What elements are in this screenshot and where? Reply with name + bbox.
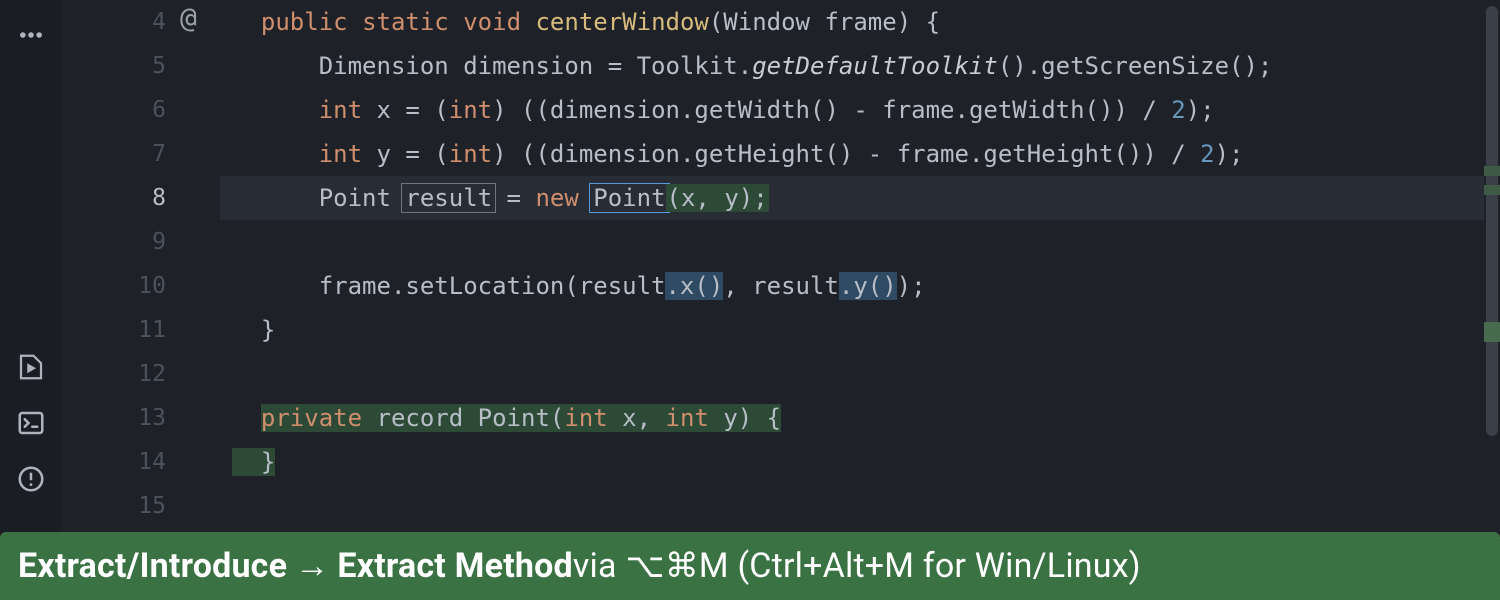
tool-rail (0, 0, 62, 532)
token-function: centerWindow (535, 8, 708, 36)
scrollbar-mark[interactable] (1484, 166, 1500, 176)
token: } (261, 448, 275, 476)
token-keyword: int (666, 404, 709, 432)
token: (Window frame) { (709, 8, 940, 36)
editor-scrollbar[interactable] (1484, 0, 1500, 532)
token: y = ( (362, 140, 449, 168)
annotation-column: @ (180, 0, 220, 532)
arrow-icon: → (295, 546, 329, 586)
token: ().getScreenSize(); (998, 52, 1273, 80)
token-usage-highlight: .y() (839, 272, 897, 300)
token-keyword: int (449, 140, 492, 168)
token: , result (723, 272, 839, 300)
run-icon[interactable] (14, 350, 48, 384)
code-line: private record Point(int x, int y) { (220, 396, 1500, 440)
token-call: getDefaultToolkit (752, 52, 998, 80)
token: Dimension dimension = Toolkit. (319, 52, 752, 80)
line-number: 7 (62, 132, 166, 176)
token-keyword: new (535, 184, 593, 212)
code-line-active: Point result = new Point(x, y); (220, 176, 1500, 220)
line-number: 4 (62, 0, 166, 44)
code-line: public static void centerWindow(Window f… (220, 0, 1500, 44)
line-number: 8 (62, 176, 166, 220)
token: frame.setLocation(result (319, 272, 666, 300)
scrollbar-thumb[interactable] (1486, 6, 1498, 436)
line-number: 5 (62, 44, 166, 88)
terminal-icon[interactable] (14, 406, 48, 440)
code-line: } (220, 440, 1500, 484)
token-number: 2 (1171, 96, 1185, 124)
token-keyword: int (449, 96, 492, 124)
editor: 4 5 6 7 8 9 10 11 12 13 14 15 @ public s… (0, 0, 1500, 532)
token-type: Point (319, 184, 406, 212)
more-icon[interactable] (14, 18, 48, 52)
token-refactor-selected[interactable]: Point (589, 183, 669, 213)
code-line: } (220, 308, 1500, 352)
banner-action-1: Extract/Introduce (18, 546, 287, 586)
code-line: int x = (int) ((dimension.getWidth() - f… (220, 88, 1500, 132)
token: ); (1186, 96, 1215, 124)
line-number: 6 (62, 88, 166, 132)
token-refactor-target[interactable]: result (401, 183, 496, 213)
token: = (492, 184, 535, 212)
token-keyword: int (319, 140, 362, 168)
code-line (220, 352, 1500, 396)
token: x = ( (362, 96, 449, 124)
token: } (261, 316, 275, 344)
line-number: 13 (62, 396, 166, 440)
tip-banner: Extract/Introduce → Extract Method via ⌥… (0, 532, 1500, 600)
token: ) ((dimension.getHeight() - frame.getHei… (492, 140, 1200, 168)
code-line (220, 220, 1500, 264)
scrollbar-mark[interactable] (1484, 322, 1500, 342)
line-number: 9 (62, 220, 166, 264)
line-number: 14 (62, 440, 166, 484)
code-line: Dimension dimension = Toolkit.getDefault… (220, 44, 1500, 88)
token: ) ((dimension.getWidth() - frame.getWidt… (492, 96, 1171, 124)
token-keyword: static (362, 8, 449, 36)
token-keyword: void (463, 8, 521, 36)
token-keyword: int (564, 404, 607, 432)
banner-shortcut: via ⌥⌘M (Ctrl+Alt+M for Win/Linux) (573, 546, 1141, 586)
token: y) { (709, 404, 781, 432)
code-line: frame.setLocation(result.x(), result.y()… (220, 264, 1500, 308)
token-number: 2 (1200, 140, 1214, 168)
token: x, (608, 404, 666, 432)
code-line (220, 484, 1500, 528)
banner-action-2: Extract Method (337, 546, 573, 586)
problems-icon[interactable] (14, 462, 48, 496)
scrollbar-mark[interactable] (1484, 185, 1500, 195)
token: record Point( (362, 404, 564, 432)
token: ); (1215, 140, 1244, 168)
token: (x, y); (666, 184, 769, 212)
line-number-gutter[interactable]: 4 5 6 7 8 9 10 11 12 13 14 15 (62, 0, 180, 532)
line-number: 12 (62, 352, 166, 396)
line-number: 11 (62, 308, 166, 352)
token-keyword: int (319, 96, 362, 124)
override-annotation-icon[interactable]: @ (180, 0, 197, 44)
token-usage-highlight: .x() (665, 272, 723, 300)
code-line: int y = (int) ((dimension.getHeight() - … (220, 132, 1500, 176)
token-keyword: private (261, 404, 362, 432)
line-number: 10 (62, 264, 166, 308)
token-keyword: public (261, 8, 348, 36)
code-area[interactable]: public static void centerWindow(Window f… (220, 0, 1500, 532)
line-number: 15 (62, 484, 166, 528)
token: ); (897, 272, 926, 300)
